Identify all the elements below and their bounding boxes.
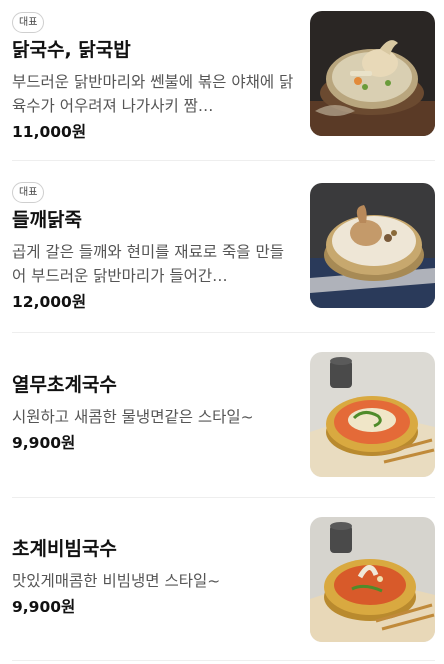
- menu-item-name: 닭국수, 닭국밥: [12, 39, 131, 61]
- menu-item-name: 초계비빔국수: [12, 538, 117, 560]
- menu-item-chicken-noodle[interactable]: 대표 닭국수, 닭국밥 부드러운 닭반마리와 쎈불에 볶은 야채에 닭육수가 어…: [12, 10, 435, 143]
- food-image: [310, 11, 435, 136]
- spicy-mixed-noodle-photo[interactable]: [310, 517, 435, 642]
- menu-item-text: 열무초계국수 시원하고 새콤한 물냉면같은 스타일~ 9,900원: [12, 352, 294, 454]
- menu-item-yeolmu-chogye[interactable]: 열무초계국수 시원하고 새콤한 물냉면같은 스타일~ 9,900원: [12, 352, 435, 480]
- menu-item-name: 들깨닭죽: [12, 209, 82, 231]
- menu-item-name: 열무초계국수: [12, 374, 117, 396]
- menu-item-description: 곱게 갈은 들깨와 현미를 재료로 죽을 만들어 부드러운 닭반마리가 들어간…: [12, 243, 284, 285]
- menu-item-price: 11,000원: [12, 123, 87, 141]
- food-image: [310, 352, 435, 477]
- menu-item-perilla-porridge[interactable]: 대표 들깨닭죽 곱게 갈은 들깨와 현미를 재료로 죽을 만들어 부드러운 닭반…: [12, 180, 435, 313]
- menu-item-price: 9,900원: [12, 598, 76, 616]
- perilla-chicken-porridge-photo[interactable]: [310, 183, 435, 308]
- divider: [12, 160, 435, 161]
- menu-item-description: 맛있게매콤한 비빔냉면 스타일~: [12, 572, 221, 590]
- menu-item-text: 초계비빔국수 맛있게매콤한 비빔냉면 스타일~ 9,900원: [12, 516, 294, 618]
- menu-item-price: 12,000원: [12, 293, 87, 311]
- divider: [12, 497, 435, 498]
- divider: [12, 660, 435, 661]
- menu-item-text: 대표 닭국수, 닭국밥 부드러운 닭반마리와 쎈불에 볶은 야채에 닭육수가 어…: [12, 10, 294, 143]
- cold-radish-noodle-photo[interactable]: [310, 352, 435, 477]
- signature-badge: 대표: [12, 182, 45, 203]
- menu-item-description: 시원하고 새콤한 물냉면같은 스타일~: [12, 408, 254, 426]
- food-image: [310, 183, 435, 308]
- menu-item-text: 대표 들깨닭죽 곱게 갈은 들깨와 현미를 재료로 죽을 만들어 부드러운 닭반…: [12, 180, 294, 313]
- food-image: [310, 517, 435, 642]
- menu-list: 대표 닭국수, 닭국밥 부드러운 닭반마리와 쎈불에 볶은 야채에 닭육수가 어…: [0, 0, 444, 664]
- menu-item-chogye-bibim[interactable]: 초계비빔국수 맛있게매콤한 비빔냉면 스타일~ 9,900원: [12, 516, 435, 644]
- signature-badge: 대표: [12, 12, 45, 33]
- divider: [12, 332, 435, 333]
- menu-item-description: 부드러운 닭반마리와 쎈불에 볶은 야채에 닭육수가 어우려져 나가사키 짬…: [12, 73, 294, 115]
- chicken-noodle-soup-photo[interactable]: [310, 11, 435, 136]
- menu-item-price: 9,900원: [12, 434, 76, 452]
